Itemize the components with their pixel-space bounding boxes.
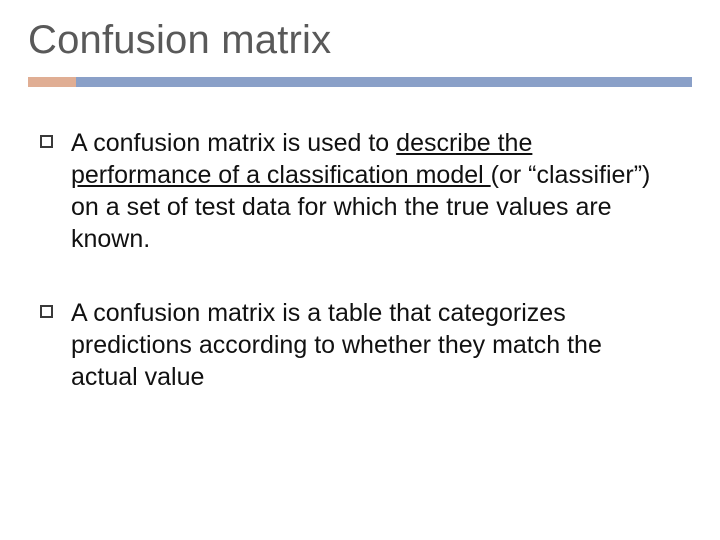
underlined-text: describe the	[396, 129, 532, 157]
slide: Confusion matrix A confusion matrix is u…	[0, 0, 720, 540]
content-area: A confusion matrix is used to describe t…	[28, 127, 692, 393]
title-divider	[28, 77, 692, 87]
bullet-text: A confusion matrix is a table that categ…	[71, 297, 668, 393]
divider-main	[76, 77, 692, 87]
text-segment: A confusion matrix is used to	[71, 129, 396, 157]
square-bullet-icon	[40, 135, 53, 148]
underlined-text: performance of a classification model	[71, 161, 491, 189]
list-item: A confusion matrix is used to describe t…	[40, 127, 668, 255]
square-bullet-icon	[40, 305, 53, 318]
divider-accent	[28, 77, 76, 87]
list-item: A confusion matrix is a table that categ…	[40, 297, 668, 393]
bullet-text: A confusion matrix is used to describe t…	[71, 127, 668, 255]
page-title: Confusion matrix	[28, 18, 692, 63]
text-segment: A confusion matrix is a table that categ…	[71, 299, 602, 391]
